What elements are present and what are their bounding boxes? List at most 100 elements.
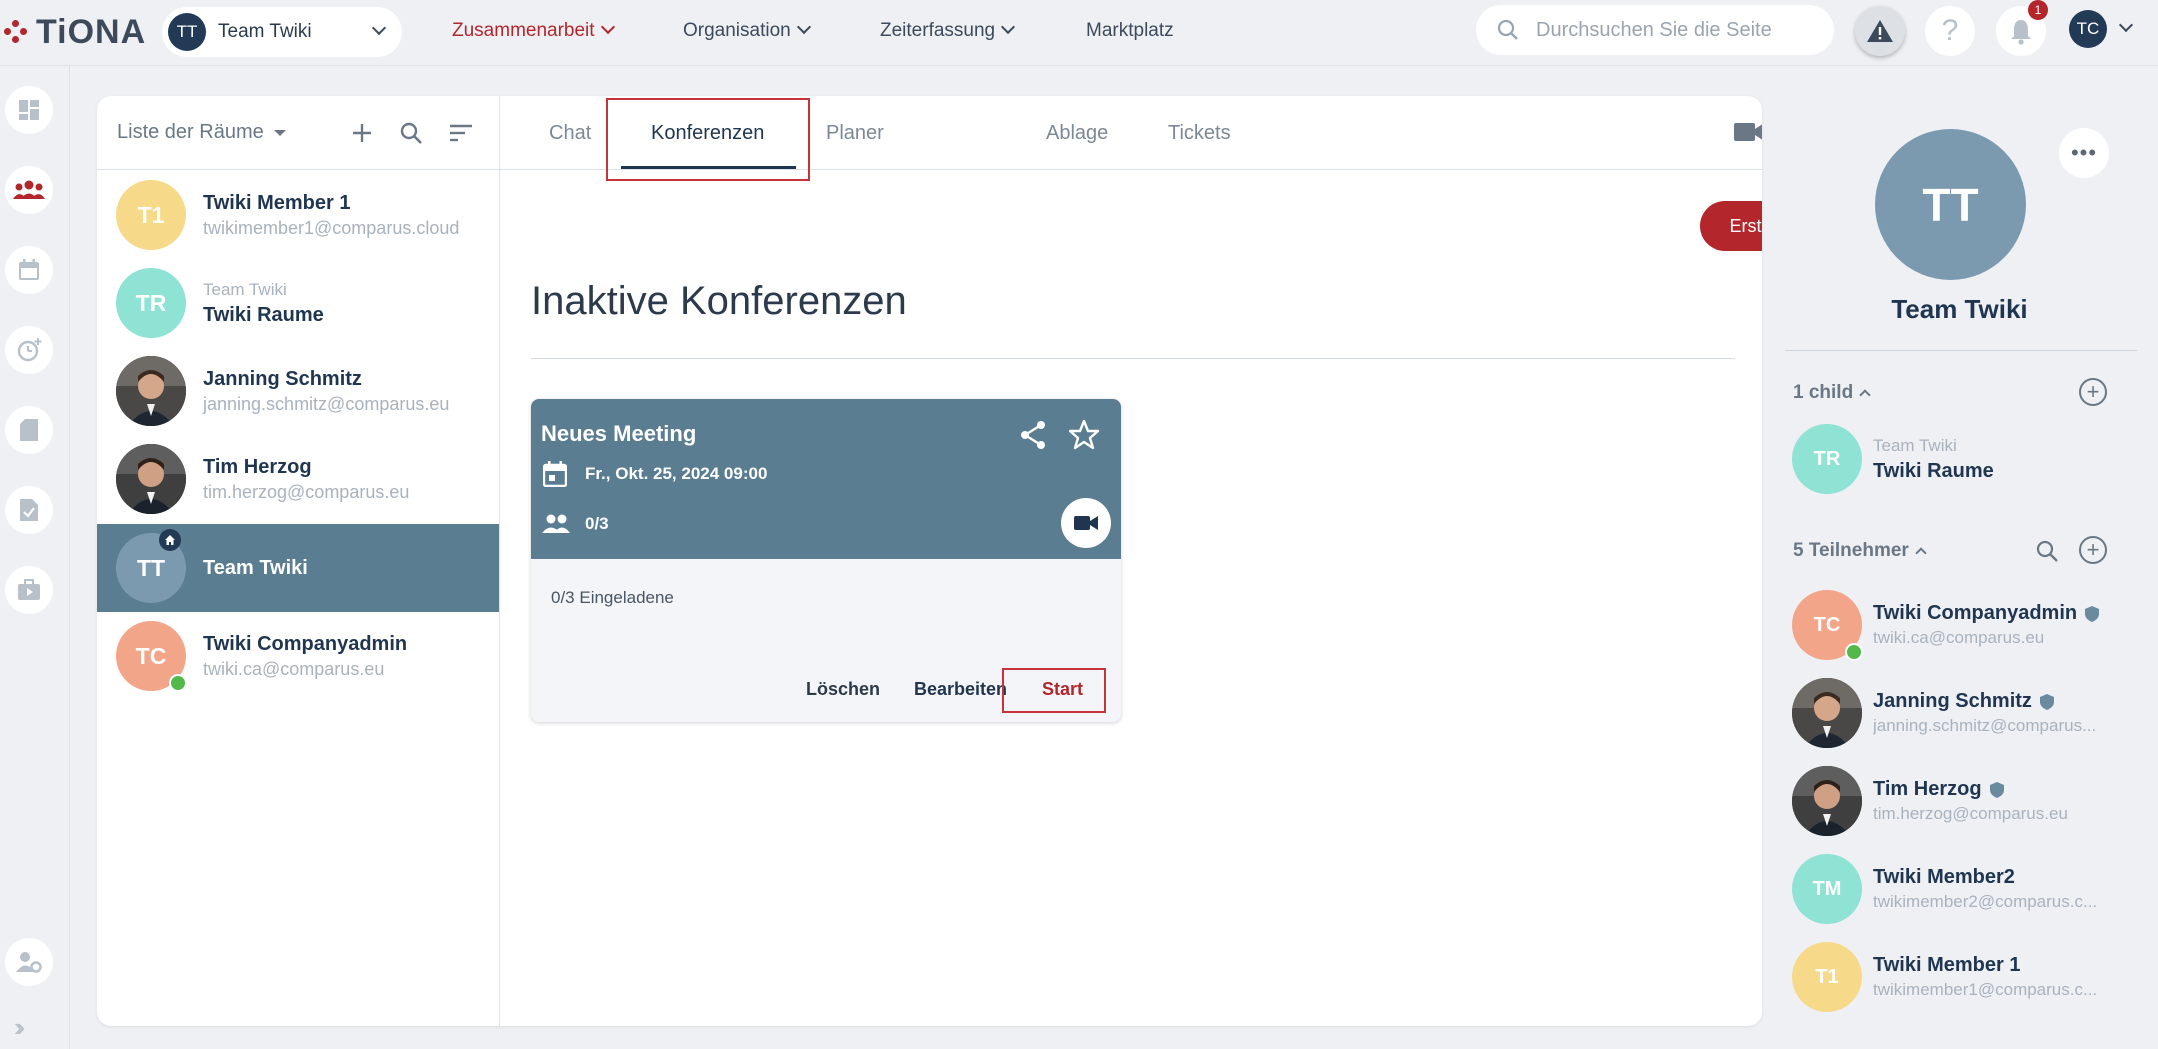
- section-divider: [531, 358, 1735, 359]
- room-name: Team Twiki: [203, 556, 308, 579]
- rail-marketplace[interactable]: [5, 566, 53, 614]
- chevron-up-icon: [1859, 389, 1871, 401]
- member-avatar: TC: [1792, 590, 1863, 661]
- member-item[interactable]: TC Twiki Companyadmin twiki.ca@comparus.…: [1792, 590, 2152, 661]
- nav-organisation[interactable]: Organisation: [683, 0, 811, 62]
- search-input[interactable]: [1536, 18, 1816, 42]
- add-child-icon[interactable]: +: [2079, 378, 2107, 406]
- chevron-up-icon: [1915, 547, 1927, 559]
- nav-marktplatz[interactable]: Marktplatz: [1086, 0, 1174, 62]
- rail-time-tracking[interactable]: [5, 326, 53, 374]
- home-icon: [159, 529, 181, 551]
- member-email: janning.schmitz@comparus...: [1873, 716, 2097, 735]
- member-email: twikimember1@comparus.c...: [1873, 980, 2098, 999]
- edit-button[interactable]: Bearbeiten: [914, 679, 1007, 700]
- calendar-icon: [542, 461, 568, 492]
- join-video-button[interactable]: [1061, 498, 1111, 548]
- member-item[interactable]: T1 Twiki Member 1 twikimember1@comparus.…: [1792, 942, 2152, 1012]
- chevron-down-icon: [796, 19, 811, 35]
- nav-zusammenarbeit[interactable]: Zusammenarbeit: [452, 0, 615, 62]
- meeting-card-header: Neues Meeting Fr., Okt. 25, 2024 09:00 0…: [531, 399, 1121, 559]
- page-search[interactable]: [1476, 5, 1834, 55]
- member-email: tim.herzog@comparus.eu: [1873, 804, 2068, 823]
- team-selector-label: Team Twiki: [218, 21, 312, 42]
- nav-zeiterfassung[interactable]: Zeiterfassung: [880, 0, 1016, 62]
- members-section-toggle[interactable]: 5 Teilnehmer: [1793, 540, 1927, 562]
- rail-tasks[interactable]: [5, 486, 53, 534]
- rail-dashboard[interactable]: [5, 86, 53, 134]
- search-rooms-icon[interactable]: [396, 118, 426, 148]
- team-selector[interactable]: TT Team Twiki: [162, 7, 402, 57]
- room-avatar: TR: [116, 268, 186, 338]
- tiona-logo[interactable]: TiONA: [0, 10, 146, 54]
- room-avatar: TC: [116, 621, 187, 692]
- children-section-toggle[interactable]: 1 child: [1793, 382, 1871, 404]
- left-rail: ››: [0, 66, 70, 1049]
- chevron-down-icon: [1001, 19, 1016, 35]
- rooms-list-title[interactable]: Liste der Räume: [117, 121, 264, 144]
- team-avatar: TT: [168, 13, 206, 51]
- room-content: Chat Konferenzen Planer Ablage Tickets E…: [500, 96, 1762, 1026]
- rail-user-settings[interactable]: [5, 938, 53, 986]
- rail-calendar[interactable]: [5, 246, 53, 294]
- room-item-selected[interactable]: TT Team Twiki: [97, 524, 499, 612]
- rail-storage[interactable]: [5, 406, 53, 454]
- chevron-down-icon: [371, 20, 387, 36]
- tab-chat[interactable]: Chat: [549, 96, 591, 170]
- chevron-down-icon: [2118, 17, 2134, 33]
- main-card: Liste der Räume T1 Twiki Member 1 twikim…: [97, 96, 1762, 1026]
- participant-count: 0/3: [585, 514, 609, 533]
- member-item[interactable]: Tim Herzog tim.herzog@comparus.eu: [1792, 766, 2152, 836]
- room-email: twiki.ca@comparus.eu: [203, 658, 385, 679]
- room-item[interactable]: Janning Schmitz janning.schmitz@comparus…: [97, 347, 499, 435]
- member-avatar: T1: [1792, 942, 1862, 1012]
- room-email: janning.schmitz@comparus.eu: [203, 393, 450, 414]
- admin-shield-icon: [2085, 605, 2100, 622]
- room-name: Twiki Raume: [1873, 459, 1994, 482]
- member-avatar: TM: [1792, 854, 1862, 924]
- more-options-button[interactable]: •••: [2059, 128, 2109, 178]
- member-email: twiki.ca@comparus.eu: [1873, 628, 2045, 647]
- user-menu[interactable]: TC: [2069, 10, 2134, 48]
- room-name: Twiki Member 1: [203, 191, 351, 214]
- star-icon[interactable]: [1068, 419, 1100, 455]
- task-document-icon: [20, 499, 38, 521]
- room-item[interactable]: T1 Twiki Member 1 twikimember1@comparus.…: [97, 171, 499, 259]
- create-conference-button[interactable]: Erstellen: [1700, 201, 1762, 251]
- tab-planer[interactable]: Planer: [826, 96, 884, 170]
- room-item[interactable]: TR Team Twiki Twiki Raume: [97, 259, 499, 347]
- delete-button[interactable]: Löschen: [806, 679, 880, 700]
- chevron-down-icon: [600, 19, 615, 35]
- sort-icon[interactable]: [446, 118, 476, 148]
- caret-down-icon[interactable]: [273, 129, 286, 136]
- add-member-icon[interactable]: +: [2079, 536, 2107, 564]
- warning-button[interactable]: [1855, 6, 1905, 56]
- dashboard-icon: [19, 100, 39, 120]
- groups-icon: [13, 180, 45, 199]
- room-item[interactable]: TC Twiki Companyadmin twiki.ca@comparus.…: [97, 612, 499, 700]
- search-members-icon[interactable]: [2035, 539, 2059, 568]
- help-button[interactable]: ?: [1925, 6, 1975, 56]
- video-call-icon[interactable]: [1733, 120, 1762, 149]
- online-status-dot: [169, 674, 187, 692]
- person-photo: [116, 356, 186, 426]
- member-item[interactable]: TM Twiki Member2 twikimember2@comparus.c…: [1792, 854, 2152, 924]
- rail-collaboration[interactable]: [5, 166, 53, 214]
- bell-icon: [2011, 20, 2031, 45]
- tab-tickets[interactable]: Tickets: [1168, 96, 1231, 170]
- search-icon: [1497, 19, 1518, 40]
- notifications-button[interactable]: 1: [1996, 0, 2048, 56]
- tab-ablage[interactable]: Ablage: [1046, 96, 1108, 170]
- user-settings-icon: [16, 952, 42, 973]
- room-email: twikimember1@comparus.cloud: [203, 217, 460, 238]
- member-item[interactable]: Janning Schmitz janning.schmitz@comparus…: [1792, 678, 2152, 748]
- rooms-list: Liste der Räume T1 Twiki Member 1 twikim…: [97, 96, 500, 1026]
- share-icon[interactable]: [1019, 420, 1047, 455]
- room-item[interactable]: Tim Herzog tim.herzog@comparus.eu: [97, 435, 499, 523]
- add-room-icon[interactable]: [347, 118, 377, 148]
- member-name: Twiki Companyadmin: [1873, 602, 2078, 624]
- expand-rail-icon[interactable]: ››: [14, 1012, 26, 1043]
- room-parent: Team Twiki: [1873, 435, 1957, 455]
- child-room-item[interactable]: TR Team Twiki Twiki Raume: [1792, 424, 2152, 494]
- calendar-icon: [19, 259, 39, 280]
